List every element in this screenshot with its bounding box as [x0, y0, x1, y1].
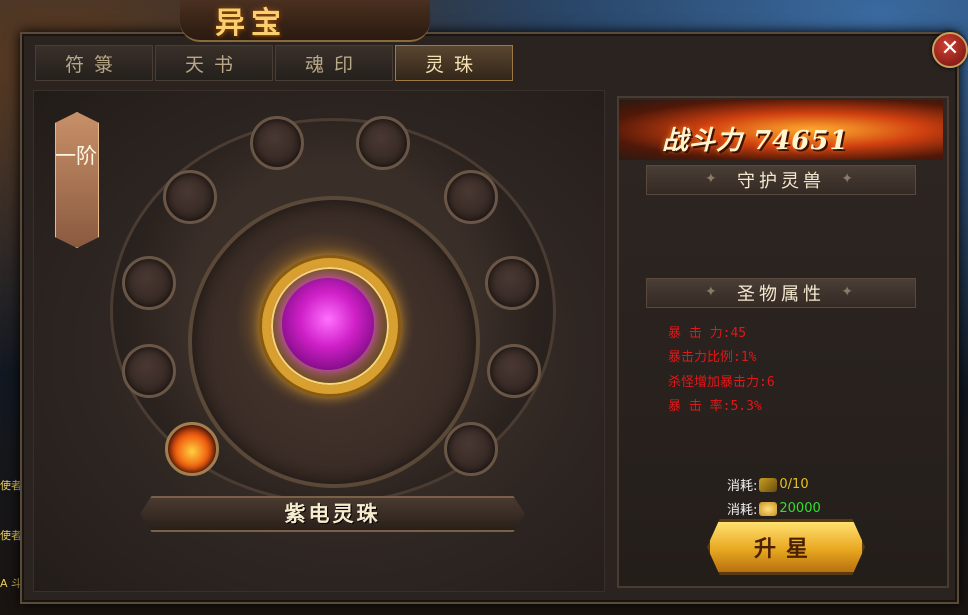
rank-label: 一阶	[55, 144, 97, 168]
tab-bar: 符箓 天书 魂印 灵珠	[35, 45, 515, 81]
orb-slot[interactable]	[356, 116, 410, 170]
attr-crit-power: 暴 击 力:45	[668, 326, 747, 341]
tab-fulu[interactable]: 符箓	[35, 45, 153, 81]
attr-kill-crit: 杀怪增加暴击力:6	[668, 375, 775, 390]
material-cost-value: 0/10	[779, 477, 809, 492]
orb-slot[interactable]	[444, 422, 498, 476]
rank-banner	[55, 112, 99, 248]
orb-slot[interactable]	[444, 170, 498, 224]
attr-crit-rate: 暴 击 率:5.3%	[668, 399, 762, 414]
orb-slot[interactable]	[487, 344, 541, 398]
tab-tianshu[interactable]: 天书	[155, 45, 273, 81]
combat-power-label: 战斗力	[662, 126, 744, 156]
attr-crit-ratio: 暴击力比例:1%	[668, 350, 757, 365]
material-icon	[759, 477, 778, 492]
close-button[interactable]: ✕	[932, 32, 968, 68]
cost-label: 消耗:	[727, 503, 758, 518]
tab-hunyin[interactable]: 魂印	[275, 45, 393, 81]
purple-orb-icon[interactable]	[282, 278, 374, 370]
sparkle-icon: ✦	[841, 284, 857, 300]
relic-attr-title: 圣物属性	[737, 284, 825, 305]
side-strip-text: 使者	[0, 479, 22, 492]
orb-slot[interactable]	[250, 116, 304, 170]
guardian-beast-header: ✦ 守护灵兽 ✦	[646, 165, 916, 195]
gold-ingot-icon	[759, 501, 778, 516]
window-title: 异宝	[215, 6, 287, 41]
side-strip-text: 使者	[0, 529, 22, 542]
sparkle-icon: ✦	[705, 284, 721, 300]
orb-slot[interactable]	[122, 344, 176, 398]
orb-slot[interactable]	[163, 170, 217, 224]
relic-attr-header: ✦ 圣物属性 ✦	[646, 278, 916, 308]
gold-cost-value: 20000	[779, 501, 821, 516]
orb-name: 紫电灵珠	[284, 501, 381, 526]
combat-power: 战斗力 74651	[662, 120, 849, 157]
upgrade-star-button[interactable]: 升星	[707, 519, 865, 575]
combat-power-value: 74651	[753, 126, 849, 156]
cost-label: 消耗:	[727, 479, 758, 494]
cost-gold-row: 消耗: 20000	[727, 499, 821, 518]
sparkle-icon: ✦	[705, 171, 721, 187]
orb-slot[interactable]	[485, 256, 539, 310]
fire-orb-slot[interactable]	[165, 422, 219, 476]
cost-material-row: 消耗: 0/10	[727, 475, 809, 494]
sparkle-icon: ✦	[841, 171, 857, 187]
tab-lingzhu[interactable]: 灵珠	[395, 45, 513, 81]
orb-slot[interactable]	[122, 256, 176, 310]
guardian-beast-title: 守护灵兽	[737, 171, 825, 192]
